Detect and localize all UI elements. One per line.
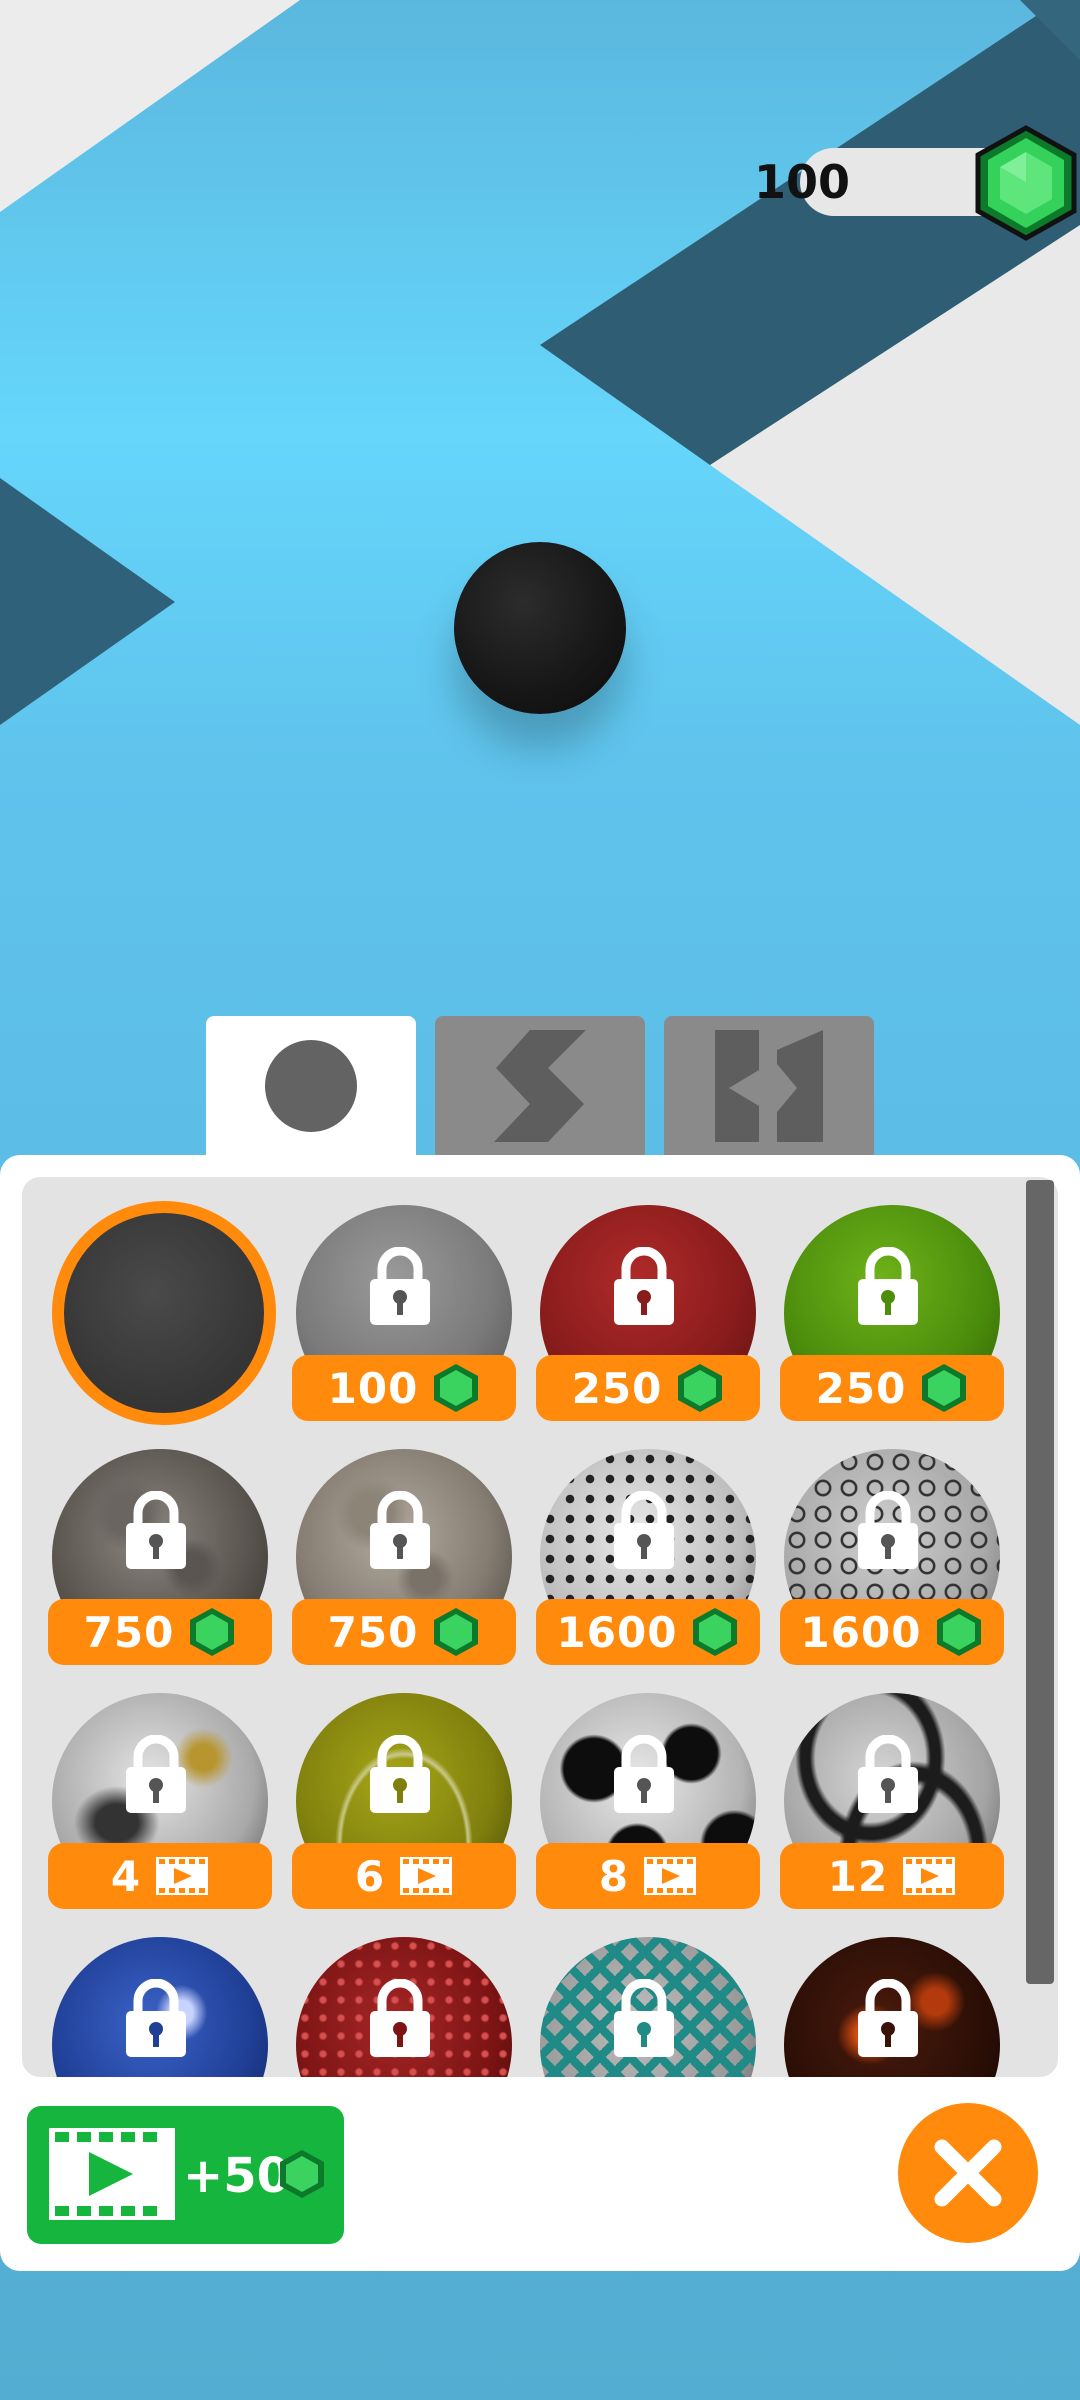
price-tag: 100	[292, 1355, 516, 1421]
ball-item[interactable]: 1600	[780, 1449, 1004, 1681]
price-value: 12	[827, 1851, 889, 1901]
video-icon	[644, 1857, 697, 1895]
lock-icon	[614, 1735, 674, 1813]
price-tag: 250	[780, 1355, 1004, 1421]
lock-icon	[126, 1735, 186, 1813]
lock-icon	[370, 1491, 430, 1569]
price-tag: 250	[536, 1355, 760, 1421]
zigzag-path-tab-icon	[494, 1030, 586, 1142]
price-tag: 12	[780, 1843, 1004, 1909]
ball-item[interactable]: 1600	[536, 1449, 760, 1681]
close-icon	[934, 2139, 1002, 2207]
video-icon	[49, 2128, 175, 2220]
price-tag: 1600	[536, 1599, 760, 1665]
lock-icon	[614, 1979, 674, 2057]
video-icon	[400, 1857, 453, 1895]
price-value: 750	[83, 1607, 175, 1657]
ball-item[interactable]: 100	[292, 1205, 516, 1437]
lock-icon	[370, 1247, 430, 1325]
ball-item[interactable]	[48, 1937, 272, 2077]
gem-icon	[975, 125, 1077, 241]
ball-item[interactable]: 250	[536, 1205, 760, 1437]
ball-item[interactable]: 750	[292, 1449, 516, 1681]
price-value: 1600	[800, 1607, 922, 1657]
ball-item[interactable]: 12	[780, 1693, 1004, 1925]
gem-count: 100	[753, 155, 850, 209]
gem-icon	[922, 1364, 967, 1412]
lock-icon	[858, 1735, 918, 1813]
video-icon	[156, 1857, 209, 1895]
price-tag: 1600	[780, 1599, 1004, 1665]
lock-icon	[858, 1491, 918, 1569]
scrollbar[interactable]	[1026, 1180, 1054, 1984]
gem-icon	[280, 2150, 324, 2198]
price-value: 4	[110, 1851, 142, 1901]
tab-walls[interactable]	[664, 1016, 874, 1156]
price-value: 250	[571, 1363, 663, 1413]
gem-icon	[434, 1364, 479, 1412]
gem-icon	[937, 1608, 982, 1656]
gem-icon	[693, 1608, 738, 1656]
price-tag: 750	[292, 1599, 516, 1665]
gem-icon	[678, 1364, 723, 1412]
price-tag: 8	[536, 1843, 760, 1909]
gem-icon	[190, 1608, 235, 1656]
lock-icon	[614, 1247, 674, 1325]
price-value: 100	[327, 1363, 419, 1413]
player-ball	[454, 542, 626, 714]
tab-paths[interactable]	[435, 1016, 645, 1156]
ball-item[interactable]	[292, 1937, 516, 2077]
ball-item[interactable]	[780, 1937, 1004, 2077]
lock-icon	[370, 1979, 430, 2057]
ball-item[interactable]	[48, 1201, 276, 1437]
ball-item[interactable]	[536, 1937, 760, 2077]
price-tag: 6	[292, 1843, 516, 1909]
ball-grid[interactable]: 100 250 250 750 750 1600 1600 4 6 8 12	[22, 1177, 1058, 2077]
price-tag: 4	[48, 1843, 272, 1909]
lock-icon	[126, 1491, 186, 1569]
price-value: 1600	[556, 1607, 678, 1657]
ball-item[interactable]: 8	[536, 1693, 760, 1925]
lock-icon	[614, 1491, 674, 1569]
video-icon	[903, 1857, 956, 1895]
ball-tab-icon	[265, 1040, 357, 1132]
gem-icon	[434, 1608, 479, 1656]
lock-icon	[370, 1735, 430, 1813]
price-tag: 750	[48, 1599, 272, 1665]
ball-item[interactable]: 6	[292, 1693, 516, 1925]
price-value: 250	[815, 1363, 907, 1413]
ball-item[interactable]: 750	[48, 1449, 272, 1681]
lock-icon	[126, 1979, 186, 2057]
selected-ball	[52, 1201, 276, 1425]
price-value: 8	[598, 1851, 630, 1901]
lock-icon	[858, 1247, 918, 1325]
lock-icon	[858, 1979, 918, 2057]
wall-tab-icon	[715, 1030, 823, 1142]
ball-item[interactable]: 250	[780, 1205, 1004, 1437]
ball-item[interactable]: 4	[48, 1693, 272, 1925]
tab-balls[interactable]	[206, 1016, 416, 1156]
video-reward-label: +50	[183, 2148, 291, 2204]
price-value: 6	[354, 1851, 386, 1901]
close-button[interactable]	[898, 2103, 1038, 2243]
price-value: 750	[327, 1607, 419, 1657]
